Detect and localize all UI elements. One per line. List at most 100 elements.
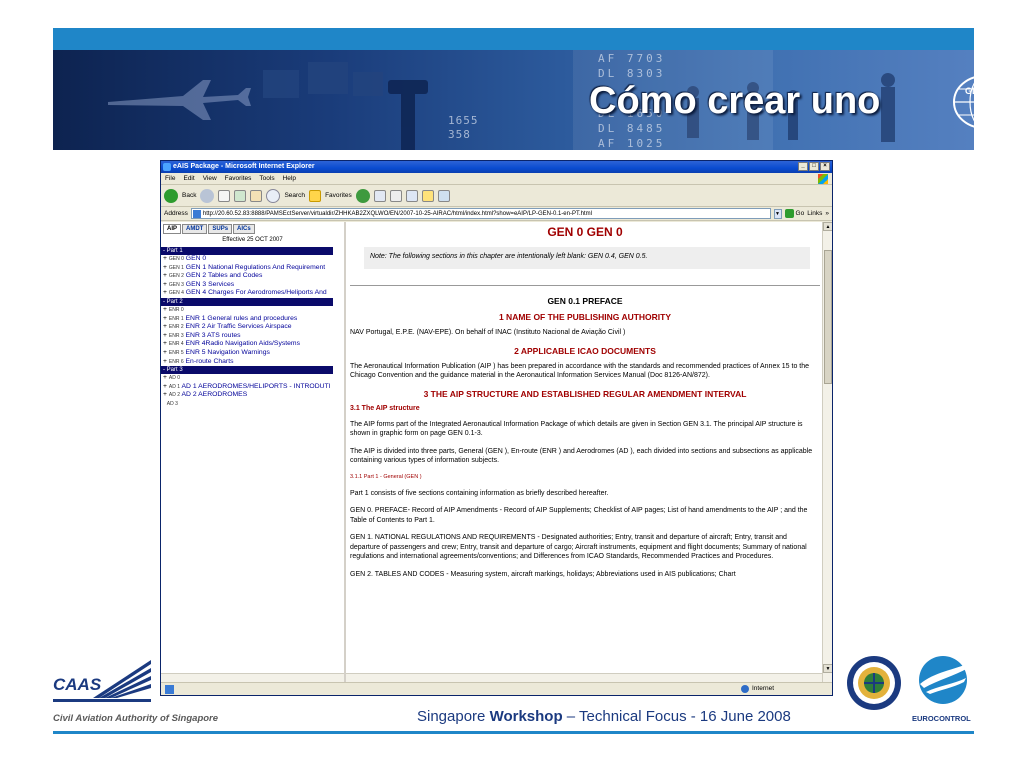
board-line: AF 7703	[598, 52, 666, 65]
preface-title: GEN 0.1 PREFACE	[547, 296, 623, 306]
expand-toggle[interactable]: +	[163, 264, 167, 271]
back-arrow-icon[interactable]	[164, 188, 178, 203]
tab-amdt[interactable]: AMDT	[182, 224, 208, 234]
go-button[interactable]: Go	[784, 209, 804, 218]
favorites-button-label[interactable]: Favorites	[325, 192, 352, 199]
part-header[interactable]: - Part 3	[161, 366, 333, 375]
windows-logo-icon	[818, 174, 828, 184]
globe-icon	[741, 685, 749, 693]
gen2-description: GEN 2. TABLES AND CODES - Measuring syst…	[350, 570, 736, 578]
nav-item-enr5[interactable]: + ENR 5 ENR 5 Navigation Warnings	[161, 349, 341, 358]
expand-toggle[interactable]: +	[163, 358, 167, 365]
maximize-button[interactable]: □	[809, 162, 819, 171]
menu-edit[interactable]: Edit	[183, 173, 194, 184]
nav-item-ad3[interactable]: AD 3	[161, 400, 341, 409]
expand-toggle[interactable]: +	[163, 306, 167, 313]
close-button[interactable]: ×	[820, 162, 830, 171]
mail-icon[interactable]	[373, 189, 386, 202]
tab-aip[interactable]: AIP	[163, 224, 182, 234]
expand-toggle[interactable]: +	[163, 383, 167, 390]
nav-label[interactable]: ENR 2 Air Traffic Services Airspace	[186, 323, 292, 330]
search-button-label[interactable]: Search	[284, 192, 305, 199]
home-icon[interactable]	[250, 189, 263, 202]
nav-label[interactable]: GEN 4 Charges For Aerodromes/Heliports A…	[186, 289, 327, 296]
nav-item-gen1[interactable]: + GEN 1 GEN 1 National Regulations And R…	[161, 264, 341, 273]
part-header[interactable]: - Part 2	[161, 297, 333, 306]
nav-item-enr0[interactable]: + ENR 0	[161, 306, 341, 315]
nav-code: ENR 6	[168, 358, 184, 365]
expand-toggle[interactable]: +	[163, 281, 167, 288]
security-zone: Internet	[741, 683, 774, 695]
menu-help[interactable]: Help	[283, 173, 296, 184]
menu-file[interactable]: File	[165, 173, 175, 184]
nav-label[interactable]: AD 1 AERODROMES/HELIPORTS - INTRODUTI	[182, 383, 331, 390]
caas-logo-text: CAAS	[53, 675, 102, 694]
scroll-down-icon[interactable]: ▼	[823, 664, 832, 673]
nav-item-enr4[interactable]: + ENR 4 ENR 4Radio Navigation Aids/Syste…	[161, 340, 341, 349]
scroll-up-icon[interactable]: ▲	[823, 222, 832, 231]
nav-label[interactable]: GEN 2 Tables and Codes	[186, 272, 263, 279]
expand-toggle[interactable]: +	[163, 255, 167, 262]
section-3-title: 3 THE AIP STRUCTURE AND ESTABLISHED REGU…	[423, 388, 747, 399]
nav-code: ENR 3	[168, 332, 184, 339]
links-button[interactable]: Links	[807, 210, 822, 217]
nav-item-gen3[interactable]: + GEN 3 GEN 3 Services	[161, 281, 341, 290]
nav-label[interactable]: ENR 4Radio Navigation Aids/Systems	[186, 340, 300, 347]
address-dropdown-icon[interactable]: ▼	[773, 208, 782, 219]
nav-item-enr2[interactable]: + ENR 2 ENR 2 Air Traffic Services Airsp…	[161, 323, 341, 332]
favorites-star-icon[interactable]	[309, 189, 322, 202]
nav-label[interactable]: GEN 1 National Regulations And Requireme…	[186, 264, 325, 271]
stop-icon[interactable]	[218, 189, 231, 202]
tab-aics[interactable]: AICs	[233, 224, 255, 234]
document-content: GEN 0 GEN 0 Note: The following sections…	[350, 222, 820, 587]
nav-label[interactable]: GEN 3 Services	[186, 281, 234, 288]
folder-icon[interactable]	[421, 189, 434, 202]
history-icon[interactable]	[355, 188, 370, 203]
minimize-button[interactable]: _	[798, 162, 808, 171]
expand-toggle[interactable]: +	[163, 340, 167, 347]
part-header[interactable]: - Part 1	[161, 247, 333, 255]
nav-item-gen4[interactable]: + GEN 4 GEN 4 Charges For Aerodromes/Hel…	[161, 289, 341, 298]
nav-item-gen0[interactable]: + GEN 0 GEN 0	[161, 255, 341, 264]
edit-icon[interactable]	[405, 189, 418, 202]
expand-toggle[interactable]: +	[163, 349, 167, 356]
menu-tools[interactable]: Tools	[259, 173, 274, 184]
expand-toggle[interactable]: +	[163, 374, 167, 381]
nav-label[interactable]: ENR 5 Navigation Warnings	[186, 349, 270, 356]
expand-toggle[interactable]: +	[163, 315, 167, 322]
url-input[interactable]: http://20.60.52.83:8888/PAMSEctServer/vi…	[190, 208, 771, 219]
nav-item-enr3[interactable]: + ENR 3 ENR 3 ATS routes	[161, 332, 341, 341]
nav-item-ad1[interactable]: + AD 1 AD 1 AERODROMES/HELIPORTS - INTRO…	[161, 383, 341, 392]
nav-label[interactable]: AD 2 AERODROMES	[182, 391, 248, 398]
expand-toggle[interactable]: +	[163, 323, 167, 330]
refresh-icon[interactable]	[234, 189, 247, 202]
nav-label[interactable]: En-route Charts	[186, 358, 234, 365]
search-icon[interactable]	[266, 188, 281, 203]
nav-item-enr1[interactable]: + ENR 1 ENR 1 General rules and procedur…	[161, 315, 341, 324]
nav-item-enr6[interactable]: + ENR 6 En-route Charts	[161, 358, 341, 367]
back-button-label[interactable]: Back	[182, 192, 196, 199]
vertical-scrollbar[interactable]: ▲ ▼	[822, 222, 832, 683]
chevron-right-icon[interactable]: »	[825, 210, 829, 217]
print-icon[interactable]	[389, 189, 402, 202]
forward-arrow-icon[interactable]	[200, 188, 215, 203]
gen0-description: GEN 0. PREFACE- Record of AIP Amendments…	[350, 507, 808, 524]
nav-label[interactable]: ENR 1 General rules and procedures	[186, 315, 298, 322]
nav-item-gen2[interactable]: + GEN 2 GEN 2 Tables and Codes	[161, 272, 341, 281]
expand-toggle[interactable]: +	[163, 332, 167, 339]
nav-item-ad2[interactable]: + AD 2 AD 2 AERODROMES	[161, 391, 341, 400]
nav-label[interactable]: ENR 3 ATS routes	[186, 332, 241, 339]
menu-favorites[interactable]: Favorites	[225, 173, 252, 184]
caas-full-name: Civil Aviation Authority of Singapore	[53, 713, 219, 724]
expand-toggle[interactable]: +	[163, 289, 167, 296]
nav-label[interactable]: GEN 0	[186, 255, 206, 262]
messenger-icon[interactable]	[437, 189, 450, 202]
nav-code: AD 3	[166, 400, 178, 407]
expand-toggle[interactable]: +	[163, 391, 167, 398]
tab-sups[interactable]: SUPs	[208, 224, 233, 234]
scroll-thumb[interactable]	[824, 250, 832, 384]
nav-item-ad0[interactable]: + AD 0	[161, 374, 341, 383]
menu-view[interactable]: View	[203, 173, 217, 184]
nav-tabs: AIP AMDT SUPs AICs	[161, 222, 344, 234]
expand-toggle[interactable]: +	[163, 272, 167, 279]
